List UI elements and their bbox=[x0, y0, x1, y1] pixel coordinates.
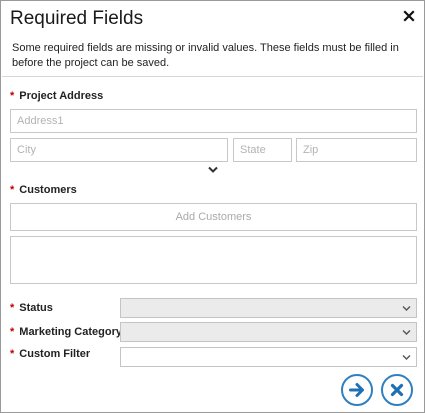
city-input[interactable] bbox=[10, 138, 228, 162]
arrow-right-icon bbox=[349, 383, 364, 397]
marketing-category-select[interactable] bbox=[120, 322, 417, 342]
customers-label-text: Customers bbox=[19, 184, 77, 196]
customers-label: * Customers bbox=[10, 184, 77, 196]
close-circle-icon bbox=[390, 383, 404, 397]
required-marker: * bbox=[10, 90, 15, 102]
chevron-down-icon[interactable] bbox=[207, 162, 219, 173]
status-label: * Status bbox=[10, 302, 53, 314]
chevron-down-icon bbox=[402, 355, 411, 360]
customers-list[interactable] bbox=[10, 236, 417, 284]
header-divider bbox=[2, 76, 423, 77]
marketing-category-label: * Marketing Category bbox=[10, 326, 122, 338]
cancel-button[interactable] bbox=[381, 374, 413, 406]
add-customers-button[interactable]: Add Customers bbox=[10, 203, 417, 231]
marketing-category-label-text: Marketing Category bbox=[19, 326, 122, 338]
chevron-down-icon bbox=[402, 306, 411, 311]
required-marker: * bbox=[10, 348, 15, 360]
required-marker: * bbox=[10, 326, 15, 338]
address1-input[interactable] bbox=[10, 109, 417, 133]
project-address-label-text: Project Address bbox=[19, 90, 104, 102]
close-icon-glyph bbox=[403, 10, 415, 22]
status-select[interactable] bbox=[120, 298, 417, 318]
dialog-description: Some required fields are missing or inva… bbox=[12, 42, 399, 69]
state-input[interactable] bbox=[233, 138, 292, 162]
zip-input[interactable] bbox=[296, 138, 417, 162]
custom-filter-label: * Custom Filter bbox=[10, 348, 90, 360]
status-label-text: Status bbox=[19, 302, 53, 314]
chevron-down-icon bbox=[402, 330, 411, 335]
chevron-down-icon-glyph bbox=[208, 166, 218, 173]
required-marker: * bbox=[10, 302, 15, 314]
custom-filter-label-text: Custom Filter bbox=[19, 348, 91, 360]
dialog-title: Required Fields bbox=[10, 8, 144, 29]
next-button[interactable] bbox=[341, 374, 373, 406]
project-address-label: * Project Address bbox=[10, 90, 103, 102]
required-marker: * bbox=[10, 184, 15, 196]
required-fields-dialog: Required Fields Some required fields are… bbox=[0, 0, 425, 413]
custom-filter-select[interactable] bbox=[120, 347, 417, 367]
close-icon[interactable] bbox=[402, 9, 416, 23]
